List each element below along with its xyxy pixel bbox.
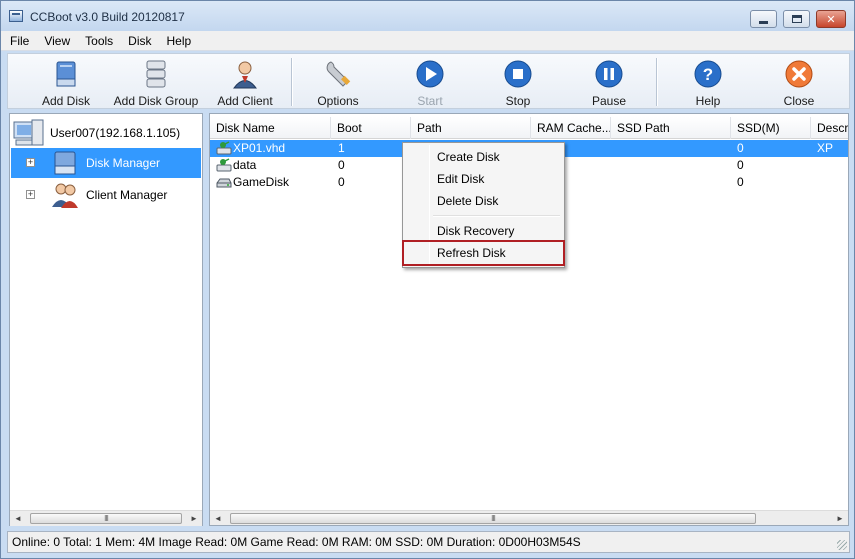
- close-label: Close: [783, 94, 815, 108]
- menu-item-edit-disk[interactable]: Edit Disk: [405, 168, 562, 190]
- add-disk-group-label: Add Disk Group: [113, 94, 199, 108]
- disk-name-cell: XP01.vhd: [233, 141, 286, 155]
- close-window-button[interactable]: ✕: [816, 10, 846, 28]
- svg-text:?: ?: [703, 65, 713, 84]
- status-text: Online: 0 Total: 1 Mem: 4M Image Read: 0…: [12, 535, 581, 549]
- col-disk-name[interactable]: Disk Name: [210, 117, 331, 139]
- boot-cell: 1: [338, 141, 345, 155]
- maximize-button[interactable]: [783, 10, 810, 28]
- disk-name-cell: data: [233, 158, 257, 172]
- wrench-icon: [322, 58, 354, 89]
- add-client-button[interactable]: Add Client: [212, 56, 278, 108]
- start-label: Start: [417, 94, 443, 108]
- disk-manager-label: Disk Manager: [86, 156, 161, 170]
- ssd-size-cell: 0: [737, 158, 744, 172]
- tree-horizontal-scrollbar[interactable]: ◄ III ►: [10, 510, 202, 526]
- col-path[interactable]: Path: [411, 117, 531, 139]
- scroll-right-icon[interactable]: ►: [832, 511, 848, 525]
- play-icon: [414, 58, 446, 89]
- toolbar: Add Disk Add Disk Group Add Client Optio…: [7, 53, 850, 109]
- close-icon: ✕: [826, 13, 836, 26]
- pause-icon: [593, 58, 625, 89]
- toolbar-separator: [291, 58, 293, 106]
- user-icon: [229, 58, 261, 89]
- title-bar[interactable]: CCBoot v3.0 Build 20120817 ✕: [1, 1, 854, 31]
- pause-button[interactable]: Pause: [579, 56, 639, 108]
- col-boot[interactable]: Boot: [331, 117, 411, 139]
- options-button[interactable]: Options: [308, 56, 368, 108]
- app-icon: [9, 10, 23, 22]
- disk-icon: [50, 58, 82, 89]
- tree-item-disk-manager[interactable]: + Disk Manager: [11, 148, 201, 178]
- ssd-size-cell: 0: [737, 175, 744, 189]
- col-ssd-size[interactable]: SSD(M): [731, 117, 811, 139]
- options-label: Options: [317, 94, 359, 108]
- grid-header: Disk Name Boot Path RAM Cache... SSD Pat…: [210, 117, 848, 139]
- navigation-tree: User007(192.168.1.105) + Disk Manager + …: [9, 113, 203, 526]
- status-bar: Online: 0 Total: 1 Mem: 4M Image Read: 0…: [7, 531, 850, 553]
- scroll-right-icon[interactable]: ►: [186, 511, 202, 526]
- boot-cell: 0: [338, 175, 345, 189]
- window-title: CCBoot v3.0 Build 20120817: [30, 10, 185, 24]
- add-client-label: Add Client: [217, 94, 273, 108]
- col-ram-cache[interactable]: RAM Cache...: [531, 117, 611, 139]
- boot-cell: 0: [338, 158, 345, 172]
- menu-separator: [433, 215, 560, 217]
- minimize-button[interactable]: [750, 10, 777, 28]
- disk-manager-icon: [54, 151, 76, 175]
- col-description[interactable]: Descri: [811, 117, 848, 139]
- close-button[interactable]: Close: [769, 56, 829, 108]
- stop-button[interactable]: Stop: [488, 56, 548, 108]
- tree-item-client-manager[interactable]: + Client Manager: [11, 180, 201, 210]
- expand-icon[interactable]: +: [26, 190, 35, 199]
- help-label: Help: [695, 94, 721, 108]
- hard-disk-icon: [216, 178, 232, 188]
- menu-tools[interactable]: Tools: [76, 31, 119, 50]
- menu-item-delete-disk[interactable]: Delete Disk: [405, 190, 562, 212]
- virtual-disk-icon: [216, 141, 232, 155]
- scroll-left-icon[interactable]: ◄: [210, 511, 226, 525]
- toolbar-separator: [656, 58, 658, 106]
- minimize-icon: [759, 20, 768, 24]
- help-button[interactable]: ? Help: [678, 56, 738, 108]
- menu-view[interactable]: View: [35, 31, 76, 50]
- menu-help[interactable]: Help: [158, 31, 198, 50]
- tree-root-label: User007(192.168.1.105): [50, 126, 181, 140]
- ssd-size-cell: 0: [737, 141, 744, 155]
- help-icon: ?: [692, 58, 724, 89]
- description-cell: XP: [817, 141, 834, 155]
- start-button[interactable]: Start: [400, 56, 460, 108]
- scroll-thumb[interactable]: III: [30, 513, 182, 524]
- scroll-thumb[interactable]: III: [230, 513, 756, 524]
- client-manager-label: Client Manager: [86, 188, 168, 202]
- add-disk-label: Add Disk: [41, 94, 91, 108]
- refresh-disk-highlight: [402, 240, 565, 266]
- menu-bar: File View Tools Disk Help: [1, 31, 854, 51]
- stop-label: Stop: [505, 94, 531, 108]
- menu-item-create-disk[interactable]: Create Disk: [405, 146, 562, 168]
- close-icon: [783, 58, 815, 89]
- maximize-icon: [791, 15, 802, 23]
- virtual-disk-icon: [216, 158, 232, 172]
- add-disk-button[interactable]: Add Disk: [36, 56, 96, 108]
- menu-disk[interactable]: Disk: [119, 31, 157, 50]
- scroll-left-icon[interactable]: ◄: [10, 511, 26, 526]
- expand-icon[interactable]: +: [26, 158, 35, 167]
- grid-horizontal-scrollbar[interactable]: ◄ III ►: [210, 510, 848, 525]
- disk-name-cell: GameDisk: [233, 175, 290, 189]
- stop-icon: [502, 58, 534, 89]
- menu-file[interactable]: File: [1, 31, 35, 50]
- tree-root-server[interactable]: User007(192.168.1.105): [12, 118, 180, 148]
- pause-label: Pause: [591, 94, 627, 108]
- resize-grip-icon[interactable]: [837, 540, 847, 550]
- add-disk-group-button[interactable]: Add Disk Group: [108, 56, 204, 108]
- app-window: CCBoot v3.0 Build 20120817 ✕ File View T…: [0, 0, 855, 559]
- computer-icon: [13, 119, 44, 146]
- users-icon: [52, 183, 78, 208]
- menu-item-disk-recovery[interactable]: Disk Recovery: [405, 220, 562, 242]
- col-ssd-path[interactable]: SSD Path: [611, 117, 731, 139]
- disk-group-icon: [140, 58, 172, 89]
